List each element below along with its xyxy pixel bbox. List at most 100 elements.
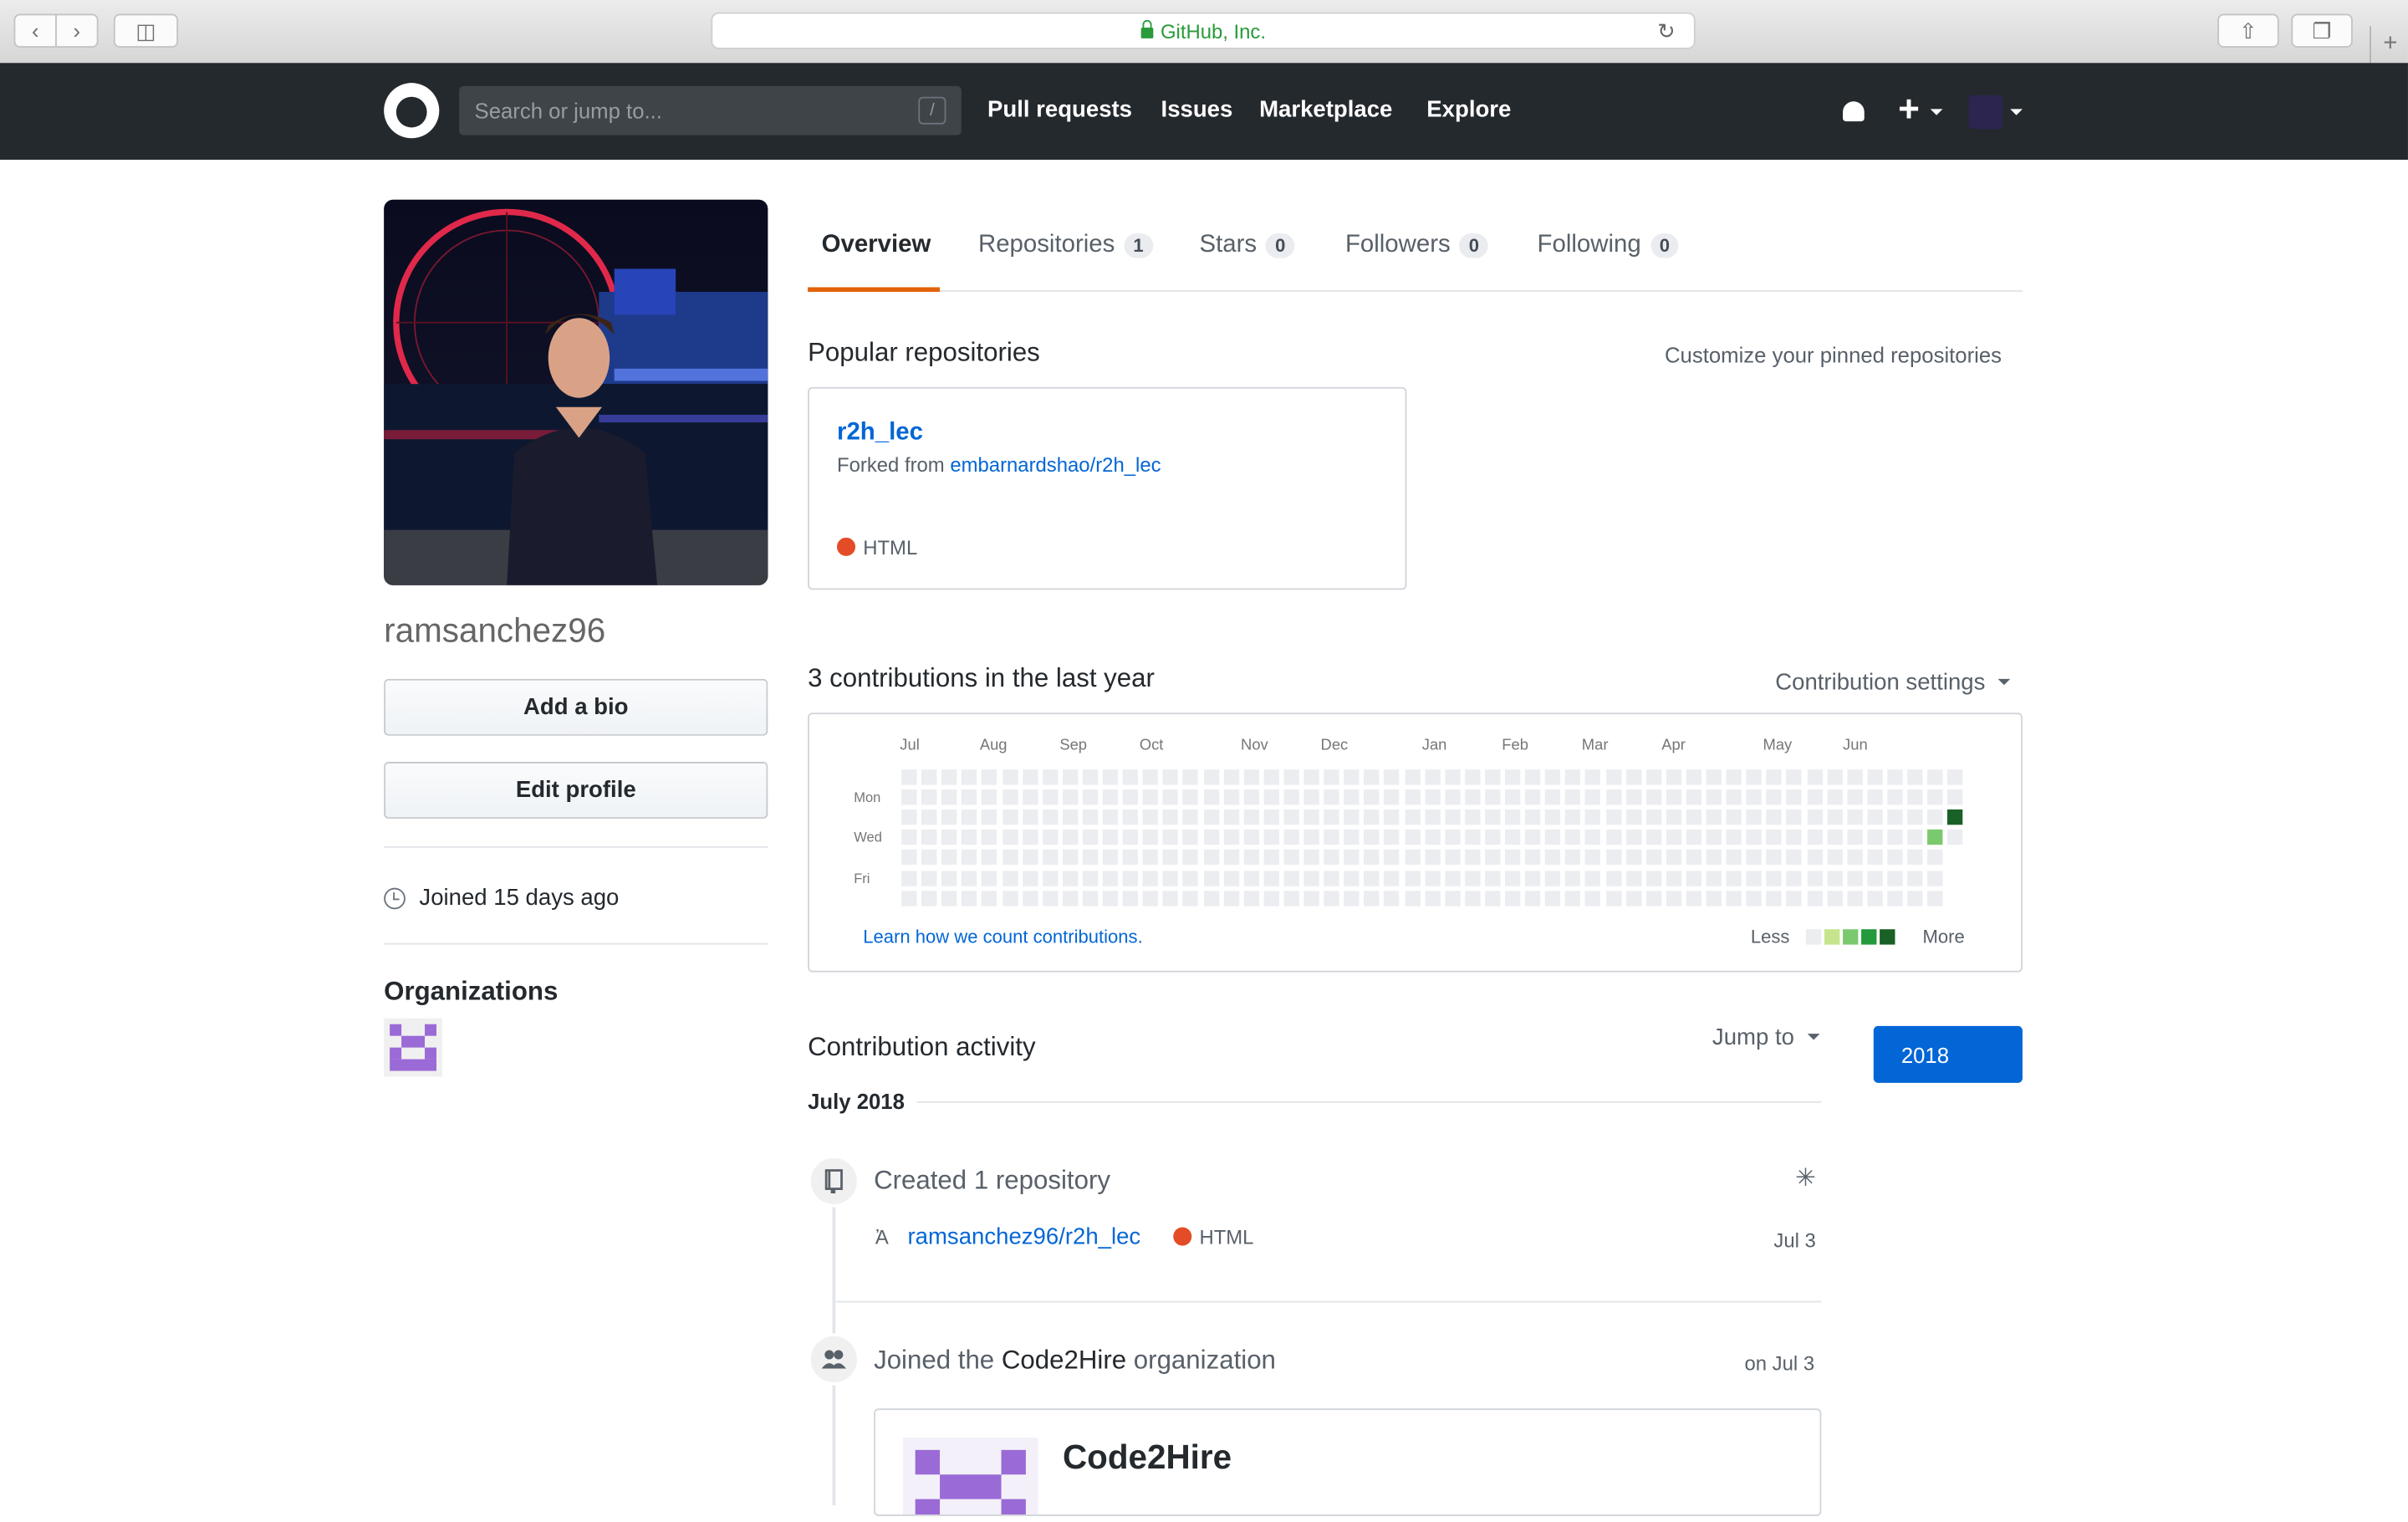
contribution-cell[interactable] bbox=[1645, 769, 1661, 785]
contribution-cell[interactable] bbox=[1283, 769, 1299, 785]
contribution-cell[interactable] bbox=[1605, 769, 1621, 785]
contribution-cell[interactable] bbox=[1786, 890, 1803, 906]
contribution-cell[interactable] bbox=[1645, 870, 1661, 886]
contribution-cell[interactable] bbox=[1766, 870, 1783, 886]
contribution-cell[interactable] bbox=[1444, 810, 1461, 825]
contribution-cell[interactable] bbox=[1344, 830, 1360, 845]
contribution-cell[interactable] bbox=[1766, 789, 1783, 805]
contribution-cell[interactable] bbox=[1102, 890, 1119, 906]
contribution-cell[interactable] bbox=[1907, 769, 1923, 785]
contribution-cell[interactable] bbox=[1565, 830, 1581, 845]
contribution-cell[interactable] bbox=[1002, 890, 1018, 906]
contribution-cell[interactable] bbox=[1464, 769, 1481, 785]
contribution-cell[interactable] bbox=[1102, 850, 1119, 866]
contribution-cell[interactable] bbox=[1002, 789, 1018, 805]
contribution-cell[interactable] bbox=[1303, 810, 1319, 825]
contribution-cell[interactable] bbox=[1364, 769, 1380, 785]
contribution-cell[interactable] bbox=[1605, 890, 1621, 906]
contribution-cell[interactable] bbox=[1766, 769, 1783, 785]
contribution-cell[interactable] bbox=[1324, 769, 1339, 785]
tab-following[interactable]: Following 0 bbox=[1538, 232, 1680, 259]
contribution-cell[interactable] bbox=[1666, 850, 1681, 866]
contribution-cell[interactable] bbox=[1243, 769, 1259, 785]
contribution-cell[interactable] bbox=[1042, 850, 1058, 866]
event-repo-link[interactable]: ramsanchez96/r2h_lec bbox=[907, 1224, 1140, 1250]
contribution-cell[interactable] bbox=[1082, 810, 1099, 825]
contribution-cell[interactable] bbox=[1082, 830, 1099, 845]
contribution-cell[interactable] bbox=[1082, 769, 1099, 785]
contribution-cell[interactable] bbox=[1283, 890, 1299, 906]
contribution-cell[interactable] bbox=[1344, 870, 1360, 886]
contribution-cell[interactable] bbox=[1867, 810, 1883, 825]
contribution-cell[interactable] bbox=[1706, 830, 1722, 845]
contribution-cell[interactable] bbox=[1283, 789, 1299, 805]
contribution-cell[interactable] bbox=[1585, 789, 1601, 805]
contribution-cell[interactable] bbox=[1022, 769, 1038, 785]
contribution-cell[interactable] bbox=[1324, 890, 1339, 906]
add-bio-button[interactable]: Add a bio bbox=[384, 678, 768, 736]
contribution-cell[interactable] bbox=[1324, 810, 1339, 825]
contribution-cell[interactable] bbox=[1142, 830, 1159, 845]
contribution-cell[interactable] bbox=[941, 830, 957, 845]
contribution-cell[interactable] bbox=[1826, 830, 1843, 845]
contribution-cell[interactable] bbox=[1545, 870, 1561, 886]
contribution-cell[interactable] bbox=[982, 870, 997, 886]
contribution-cell[interactable] bbox=[901, 870, 917, 886]
contribution-cell[interactable] bbox=[1203, 870, 1219, 886]
contribution-cell[interactable] bbox=[1605, 810, 1621, 825]
contribution-cell[interactable] bbox=[1484, 789, 1501, 805]
contribution-cell[interactable] bbox=[1424, 850, 1441, 866]
contribution-cell[interactable] bbox=[1625, 870, 1641, 886]
contribution-cell[interactable] bbox=[1806, 769, 1823, 785]
contribution-cell[interactable] bbox=[1203, 769, 1219, 785]
contribution-cell[interactable] bbox=[1042, 810, 1058, 825]
contribution-cell[interactable] bbox=[1686, 830, 1701, 845]
contribution-cell[interactable] bbox=[962, 890, 977, 906]
contribution-cell[interactable] bbox=[982, 789, 997, 805]
contribution-cell[interactable] bbox=[1706, 769, 1722, 785]
tab-overview[interactable]: Overview bbox=[822, 232, 931, 259]
contribution-cell[interactable] bbox=[941, 789, 957, 805]
contribution-cell[interactable] bbox=[1444, 769, 1461, 785]
contribution-cell[interactable] bbox=[1706, 789, 1722, 805]
contribution-cell[interactable] bbox=[1102, 870, 1119, 886]
contribution-cell[interactable] bbox=[1364, 810, 1380, 825]
contribution-cell[interactable] bbox=[1666, 830, 1681, 845]
contribution-cell[interactable] bbox=[1666, 810, 1681, 825]
contribution-cell[interactable] bbox=[1585, 830, 1601, 845]
contribution-cell[interactable] bbox=[1846, 890, 1863, 906]
contribution-cell[interactable] bbox=[1464, 850, 1481, 866]
contribution-cell[interactable] bbox=[901, 810, 917, 825]
contribution-cell[interactable] bbox=[1082, 850, 1099, 866]
contribution-cell[interactable] bbox=[982, 769, 997, 785]
contribution-cell[interactable] bbox=[1203, 810, 1219, 825]
contribution-cell[interactable] bbox=[962, 870, 977, 886]
contribution-cell[interactable] bbox=[1464, 870, 1481, 886]
contribution-cell[interactable] bbox=[1846, 830, 1863, 845]
contribution-cell[interactable] bbox=[1927, 830, 1943, 845]
contribution-cell[interactable] bbox=[1927, 769, 1943, 785]
contribution-cell[interactable] bbox=[1907, 890, 1923, 906]
contribution-cell[interactable] bbox=[1182, 870, 1199, 886]
contribution-cell[interactable] bbox=[1484, 830, 1501, 845]
contribution-cell[interactable] bbox=[1504, 850, 1521, 866]
contribution-cell[interactable] bbox=[1142, 890, 1159, 906]
contribution-cell[interactable] bbox=[1162, 890, 1179, 906]
contribution-cell[interactable] bbox=[1102, 830, 1119, 845]
contribution-cell[interactable] bbox=[1424, 810, 1441, 825]
forward-icon[interactable]: › bbox=[55, 13, 99, 48]
contribution-cell[interactable] bbox=[941, 810, 957, 825]
contribution-cell[interactable] bbox=[901, 850, 917, 866]
contribution-cell[interactable] bbox=[1645, 789, 1661, 805]
contribution-cell[interactable] bbox=[1142, 850, 1159, 866]
contribution-cell[interactable] bbox=[1384, 810, 1400, 825]
event2-org-link[interactable]: Code2Hire bbox=[1002, 1346, 1126, 1375]
contribution-cell[interactable] bbox=[1504, 890, 1521, 906]
contribution-cell[interactable] bbox=[1364, 789, 1380, 805]
contribution-cell[interactable] bbox=[1927, 870, 1943, 886]
contribution-cell[interactable] bbox=[1826, 870, 1843, 886]
nav-pull-requests[interactable]: Pull requests bbox=[987, 97, 1132, 123]
contribution-cell[interactable] bbox=[1182, 769, 1199, 785]
contribution-cell[interactable] bbox=[1846, 769, 1863, 785]
contribution-cell[interactable] bbox=[1525, 870, 1541, 886]
